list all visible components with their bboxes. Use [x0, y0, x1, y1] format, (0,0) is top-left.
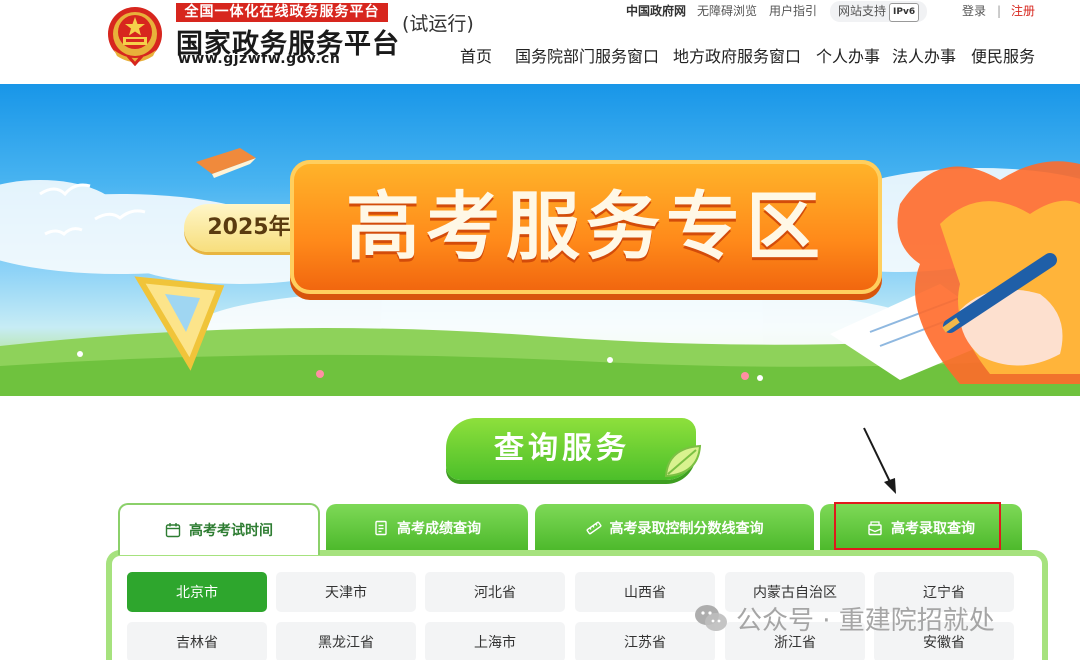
gov-link[interactable]: 中国政府网: [626, 3, 686, 20]
accessible-link[interactable]: 无障碍浏览: [697, 3, 757, 20]
document-icon: [375, 520, 387, 536]
query-section-title: 查询服务: [494, 431, 630, 466]
tab-score-query-label: 高考成绩查询: [397, 521, 481, 537]
tab-exam-time[interactable]: 高考考试时间: [118, 503, 320, 555]
nav-local-government[interactable]: 地方政府服务窗口: [673, 43, 801, 67]
province-button-hebei[interactable]: 河北省: [425, 572, 565, 612]
ruler-icon: [586, 521, 601, 535]
tab-cutoff-score-query[interactable]: 高考录取控制分数线查询: [535, 504, 814, 552]
site-support-link[interactable]: 网站支持 IPv6: [830, 1, 928, 22]
logo-url: www.gjzwfw.gov.cn: [178, 51, 341, 67]
province-button-jilin[interactable]: 吉林省: [127, 622, 267, 660]
banner-title: 高考服务专区: [346, 184, 826, 270]
nav-home[interactable]: 首页: [460, 43, 492, 67]
tab-exam-time-label: 高考考试时间: [189, 523, 273, 539]
nav-state-council-departments[interactable]: 国务院部门服务窗口: [515, 43, 659, 67]
separator: |: [997, 4, 1002, 18]
banner-title-box: 高考服务专区: [290, 160, 882, 294]
envelope-icon: [868, 521, 882, 536]
tab-score-query[interactable]: 高考成绩查询: [326, 504, 528, 552]
nav-convenience-services[interactable]: 便民服务: [971, 43, 1035, 67]
tab-cutoff-score-query-label: 高考录取控制分数线查询: [609, 521, 764, 537]
site-header: 全国一体化在线政务服务平台 国家政务服务平台 www.gjzwfw.gov.cn…: [0, 0, 1080, 84]
nav-corporate-services[interactable]: 法人办事: [892, 43, 956, 67]
national-emblem-icon[interactable]: [106, 4, 164, 66]
trial-label: (试运行): [402, 13, 474, 35]
province-button-heilongjiang[interactable]: 黑龙江省: [276, 622, 416, 660]
province-button-tianjin[interactable]: 天津市: [276, 572, 416, 612]
tab-admission-query[interactable]: 高考录取查询: [820, 504, 1022, 552]
login-link[interactable]: 登录: [962, 3, 986, 20]
user-guide-link[interactable]: 用户指引: [769, 3, 817, 20]
leaf-icon: [664, 444, 702, 478]
province-button-shanghai[interactable]: 上海市: [425, 622, 565, 660]
watermark-text: 公众号 · 重建院招就处: [736, 605, 995, 636]
logo-banner: 全国一体化在线政务服务平台: [176, 3, 388, 22]
calendar-icon: [165, 523, 181, 538]
province-button-beijing[interactable]: 北京市: [127, 572, 267, 612]
query-section-title-box: 查询服务: [446, 418, 696, 480]
gaokao-banner: 2025年 高考服务专区: [0, 84, 1080, 396]
page: 全国一体化在线政务服务平台 国家政务服务平台 www.gjzwfw.gov.cn…: [0, 0, 1080, 660]
wechat-watermark: 公众号 · 重建院招就处: [694, 598, 995, 638]
wechat-icon: [695, 605, 727, 631]
nav-personal-services[interactable]: 个人办事: [816, 43, 880, 67]
tab-admission-query-label: 高考录取查询: [891, 521, 975, 537]
ipv6-badge: IPv6: [889, 3, 920, 22]
site-support-label: 网站支持: [838, 4, 887, 18]
register-link[interactable]: 注册: [1011, 3, 1035, 20]
